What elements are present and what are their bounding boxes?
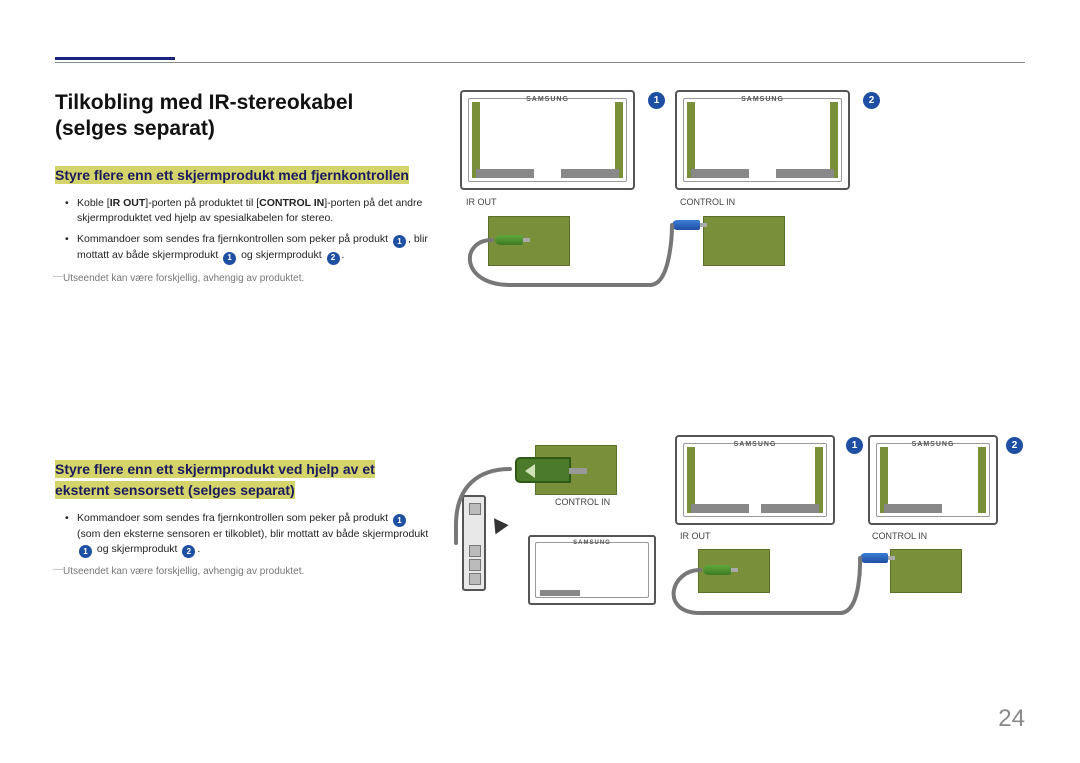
section1-bullet-2: Kommandoer som sendes fra fjernkontrolle… (63, 232, 430, 265)
connector-panel (890, 549, 962, 593)
port-strip-icon (540, 590, 580, 596)
badge-1-icon: 1 (79, 545, 92, 558)
jack-blue-icon (860, 553, 888, 563)
page-number: 24 (998, 705, 1025, 733)
badge-1-icon: 1 (846, 437, 863, 454)
brand-label: SAMSUNG (734, 441, 777, 448)
section1-heading-wrap: Styre flere enn ett skjermprodukt med fj… (55, 165, 430, 186)
monitor-mini: SAMSUNG (528, 535, 656, 605)
port-strip-icon (691, 504, 749, 513)
page-title: Tilkobling med IR-stereokabel (selges se… (55, 90, 430, 143)
text-column: Tilkobling med IR-stereokabel (selges se… (55, 90, 450, 693)
brand-label: SAMSUNG (912, 441, 955, 448)
page-content: Tilkobling med IR-stereokabel (selges se… (55, 90, 1025, 693)
section2-note: Utseendet kan være forskjellig, avhengig… (63, 566, 430, 577)
section2-heading: Styre flere enn ett skjermprodukt ved hj… (55, 460, 375, 499)
monitor-1: SAMSUNG (460, 90, 635, 190)
side-strip-icon (615, 102, 623, 178)
stereo-plug-icon (515, 457, 571, 483)
brand-label: SAMSUNG (526, 96, 569, 103)
port-strip-icon (761, 504, 819, 513)
label-control-in: CONTROL IN (872, 531, 927, 541)
side-strip-icon (472, 102, 480, 178)
side-strip-icon (687, 102, 695, 178)
port-strip-icon (561, 169, 619, 178)
label-control-in: CONTROL IN (680, 197, 735, 207)
monitor-2: SAMSUNG (675, 90, 850, 190)
section2-bullet-1: Kommandoer som sendes fra fjernkontrolle… (63, 511, 430, 559)
diagram-2: CONTROL IN SAMSUNG SAMSUNG 1 (450, 435, 1025, 665)
monitor-2b: SAMSUNG (868, 435, 998, 525)
section1-bullets: Koble [IR OUT]-porten på produktet til [… (63, 196, 430, 265)
jack-green-icon (703, 565, 731, 575)
port-strip-icon (691, 169, 749, 178)
port-strip-icon (884, 504, 942, 513)
label-ir-out: IR OUT (466, 197, 497, 207)
section1-heading: Styre flere enn ett skjermprodukt med fj… (55, 166, 409, 184)
section2-bullets: Kommandoer som sendes fra fjernkontrolle… (63, 511, 430, 559)
section1-note: Utseendet kan være forskjellig, avhengig… (63, 273, 430, 284)
port-strip-icon (776, 169, 834, 178)
badge-1-icon: 1 (393, 514, 406, 527)
badge-1-icon: 1 (648, 92, 665, 109)
badge-1-icon: 1 (223, 252, 236, 265)
side-strip-icon (978, 447, 986, 513)
connector-panel (703, 216, 785, 266)
badge-2-icon: 2 (327, 252, 340, 265)
diagram-1: SAMSUNG 1 SAMSUNG 2 IR OUT CONTROL IN (450, 90, 1025, 290)
badge-1-icon: 1 (393, 235, 406, 248)
badge-2-icon: 2 (182, 545, 195, 558)
section1-bullet-1: Koble [IR OUT]-porten på produktet til [… (63, 196, 430, 226)
external-sensor (462, 495, 486, 591)
diagram-column: SAMSUNG 1 SAMSUNG 2 IR OUT CONTROL IN (450, 90, 1025, 693)
port-strip-icon (476, 169, 534, 178)
jack-green-icon (495, 235, 523, 245)
section2: Styre flere enn ett skjermprodukt ved hj… (55, 459, 430, 578)
badge-2-icon: 2 (863, 92, 880, 109)
brand-label: SAMSUNG (573, 540, 611, 546)
label-control-in: CONTROL IN (555, 497, 610, 507)
jack-blue-icon (672, 220, 700, 230)
badge-2-icon: 2 (1006, 437, 1023, 454)
header-accent (55, 57, 175, 60)
header-rule (55, 62, 1025, 63)
brand-label: SAMSUNG (741, 96, 784, 103)
monitor-1b: SAMSUNG (675, 435, 835, 525)
section2-heading-wrap: Styre flere enn ett skjermprodukt ved hj… (55, 459, 430, 501)
side-strip-icon (830, 102, 838, 178)
label-ir-out: IR OUT (680, 531, 711, 541)
arrow-icon (487, 514, 508, 535)
